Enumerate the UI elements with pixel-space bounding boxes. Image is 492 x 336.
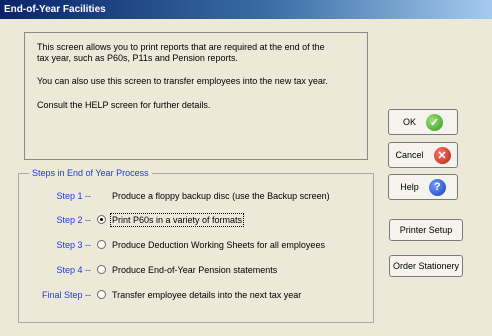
step-text: Produce a floppy backup disc (use the Ba… — [112, 191, 330, 201]
info-line-3: You can also use this screen to transfer… — [37, 76, 328, 86]
step-label: Step 4 -- — [56, 265, 91, 275]
step-label: Step 3 -- — [56, 240, 91, 250]
printer-setup-button[interactable]: Printer Setup — [389, 219, 463, 241]
step-row-final[interactable]: Final Step -- Transfer employee details … — [19, 289, 373, 303]
step-label: Step 2 -- — [56, 215, 91, 225]
step-row-3[interactable]: Step 3 -- Produce Deduction Working Shee… — [19, 239, 373, 253]
step-3-radio[interactable] — [97, 240, 106, 249]
close-icon: ✕ — [433, 146, 451, 164]
cancel-button[interactable]: Cancel ✕ — [388, 142, 458, 168]
step-row-4[interactable]: Step 4 -- Produce End-of-Year Pension st… — [19, 264, 373, 278]
info-panel: This screen allows you to print reports … — [24, 32, 368, 160]
info-line-2: tax year, such as P60s, P11s and Pension… — [37, 53, 238, 63]
final-step-radio[interactable] — [97, 290, 106, 299]
window-title: End-of-Year Facilities — [0, 0, 492, 19]
step-text[interactable]: Produce End-of-Year Pension statements — [112, 265, 277, 275]
ok-button[interactable]: OK ✓ — [388, 109, 458, 135]
steps-groupbox: Steps in End of Year Process Step 1 -- P… — [18, 168, 374, 323]
end-of-year-dialog: This screen allows you to print reports … — [0, 19, 492, 336]
info-line-4: Consult the HELP screen for further deta… — [37, 100, 211, 110]
step-label: Step 1 -- — [56, 191, 91, 201]
help-button[interactable]: Help ? — [388, 174, 458, 200]
step-text[interactable]: Print P60s in a variety of formats — [109, 213, 245, 227]
info-line-1: This screen allows you to print reports … — [37, 42, 325, 52]
cancel-label: Cancel — [395, 150, 424, 160]
step-text[interactable]: Transfer employee details into the next … — [112, 290, 301, 300]
ok-label: OK — [402, 117, 416, 127]
step-4-radio[interactable] — [97, 265, 106, 274]
step-row-1: Step 1 -- Produce a floppy backup disc (… — [19, 190, 373, 204]
question-icon: ? — [428, 178, 446, 196]
step-row-2[interactable]: Step 2 -- Print P60s in a variety of for… — [19, 213, 373, 228]
order-stationery-button[interactable]: Order Stationery — [389, 255, 463, 277]
help-label: Help — [400, 182, 419, 192]
step-text[interactable]: Produce Deduction Working Sheets for all… — [112, 240, 325, 250]
step-label: Final Step -- — [41, 290, 91, 300]
step-2-radio[interactable] — [97, 215, 106, 224]
steps-group-legend: Steps in End of Year Process — [29, 168, 152, 178]
check-icon: ✓ — [426, 113, 443, 131]
